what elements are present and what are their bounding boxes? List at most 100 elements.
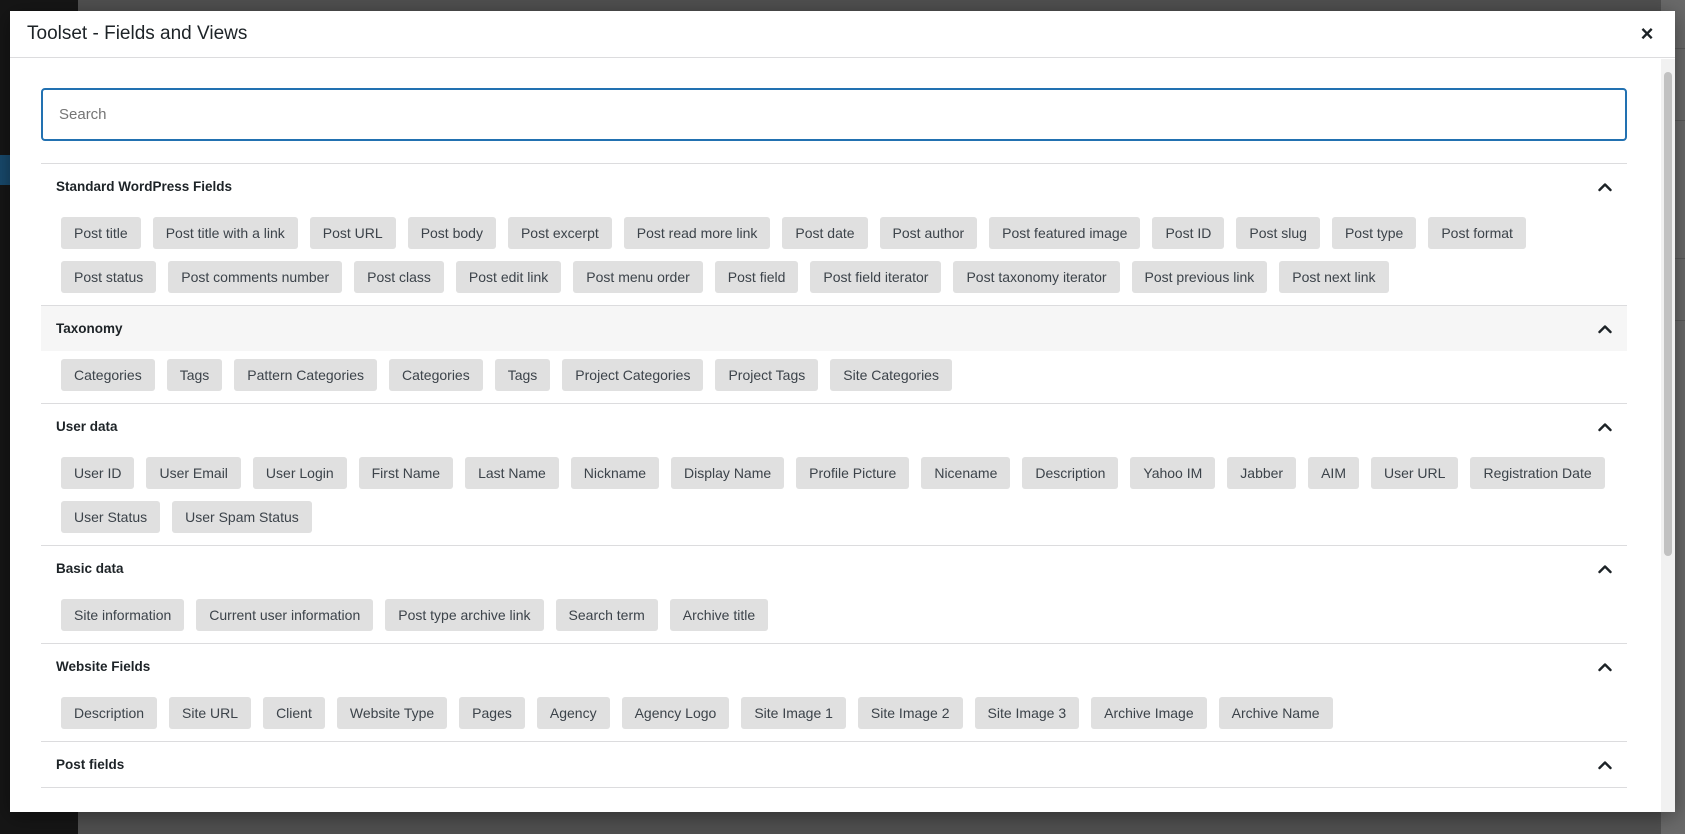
field-chip[interactable]: First Name xyxy=(358,457,454,489)
chevron-up-icon[interactable] xyxy=(1598,562,1612,576)
background-active-menu xyxy=(0,155,10,185)
field-chip[interactable]: User Login xyxy=(252,457,347,489)
field-chip[interactable]: Site Image 1 xyxy=(741,697,846,729)
field-chip[interactable]: Post status xyxy=(61,261,157,293)
chevron-up-icon[interactable] xyxy=(1598,660,1612,674)
section-taxonomy: Taxonomy Categories Tags Pattern Categorie… xyxy=(41,306,1627,404)
section-header[interactable]: User data xyxy=(41,404,1627,449)
field-chip[interactable]: Post format xyxy=(1428,217,1526,249)
field-chip[interactable]: Last Name xyxy=(465,457,559,489)
dialog-title: Toolset - Fields and Views xyxy=(27,23,248,44)
field-chip[interactable]: Description xyxy=(61,697,158,729)
field-chip[interactable]: Site Image 2 xyxy=(857,697,963,729)
field-chip[interactable]: Jabber xyxy=(1227,457,1297,489)
dialog-scrollbar[interactable] xyxy=(1661,59,1675,812)
field-chip[interactable]: Post edit link xyxy=(455,261,562,293)
section-field-list: Categories Tags Pattern Categories Categori… xyxy=(41,351,1627,403)
field-chip[interactable]: Site Image 3 xyxy=(974,697,1080,729)
chevron-up-icon[interactable] xyxy=(1598,758,1612,772)
field-chip[interactable]: Post taxonomy iterator xyxy=(953,261,1120,293)
field-chip[interactable]: Search term xyxy=(555,599,658,631)
chevron-up-icon[interactable] xyxy=(1598,420,1612,434)
field-chip[interactable]: User Status xyxy=(61,501,161,533)
section-user-data: User data User ID User Email User Login Fir… xyxy=(41,404,1627,546)
field-chip[interactable]: Post body xyxy=(407,217,496,249)
field-chip[interactable]: Project Tags xyxy=(715,359,819,391)
field-chip[interactable]: Post ID xyxy=(1152,217,1225,249)
field-chip[interactable]: Post comments number xyxy=(168,261,343,293)
field-chip[interactable]: Agency Logo xyxy=(621,697,730,729)
field-chip[interactable]: Current user information xyxy=(196,599,374,631)
section-header[interactable]: Taxonomy xyxy=(41,306,1627,351)
field-chip[interactable]: Post type archive link xyxy=(385,599,544,631)
field-sections: Standard WordPress Fields Post title Post… xyxy=(41,163,1627,788)
field-chip[interactable]: AIM xyxy=(1308,457,1359,489)
field-chip[interactable]: Categories xyxy=(389,359,483,391)
section-title: Website Fields xyxy=(56,659,151,674)
field-chip[interactable]: Post URL xyxy=(309,217,396,249)
field-chip[interactable]: Post class xyxy=(354,261,444,293)
field-chip[interactable]: Client xyxy=(263,697,325,729)
dialog-body: Standard WordPress Fields Post title Post… xyxy=(10,59,1675,812)
field-chip[interactable]: Archive title xyxy=(669,599,769,631)
field-chip[interactable]: Tags xyxy=(494,359,551,391)
dialog-header: Toolset - Fields and Views × xyxy=(10,11,1675,58)
field-chip[interactable]: Post slug xyxy=(1236,217,1320,249)
field-chip[interactable]: Post title with a link xyxy=(152,217,298,249)
section-title: Taxonomy xyxy=(56,321,123,336)
field-chip[interactable]: Pages xyxy=(459,697,525,729)
section-header[interactable]: Website Fields xyxy=(41,644,1627,689)
scrollbar-thumb[interactable] xyxy=(1664,72,1672,556)
field-chip[interactable]: Project Categories xyxy=(562,359,704,391)
field-chip[interactable]: Post next link xyxy=(1279,261,1389,293)
field-chip[interactable]: Tags xyxy=(166,359,223,391)
chevron-up-icon[interactable] xyxy=(1598,322,1612,336)
field-chip[interactable]: Website Type xyxy=(336,697,448,729)
section-title: Basic data xyxy=(56,561,124,576)
field-chip[interactable]: Post excerpt xyxy=(507,217,612,249)
field-chip[interactable]: Profile Picture xyxy=(796,457,910,489)
section-title: User data xyxy=(56,419,118,434)
section-website-fields: Website Fields Description Site URL Client… xyxy=(41,644,1627,742)
field-chip[interactable]: Post previous link xyxy=(1131,261,1268,293)
chevron-up-icon[interactable] xyxy=(1598,180,1612,194)
field-chip[interactable]: User Spam Status xyxy=(172,501,312,533)
field-chip[interactable]: Pattern Categories xyxy=(234,359,378,391)
section-field-list: User ID User Email User Login First Name Las… xyxy=(41,449,1627,545)
field-chip[interactable]: Archive Image xyxy=(1091,697,1207,729)
field-chip[interactable]: Site Categories xyxy=(830,359,952,391)
field-chip[interactable]: Nicename xyxy=(921,457,1011,489)
close-button[interactable]: × xyxy=(1635,21,1659,46)
field-chip[interactable]: Post menu order xyxy=(573,261,703,293)
field-chip[interactable]: Post type xyxy=(1331,217,1417,249)
field-chip[interactable]: Yahoo IM xyxy=(1130,457,1216,489)
field-chip[interactable]: Post featured image xyxy=(989,217,1141,249)
field-chip[interactable]: Description xyxy=(1022,457,1119,489)
field-chip[interactable]: Post date xyxy=(782,217,868,249)
fields-and-views-dialog: Toolset - Fields and Views × Standard Wo… xyxy=(10,11,1675,812)
field-chip[interactable]: Site information xyxy=(61,599,185,631)
section-field-list: Site information Current user information… xyxy=(41,591,1627,643)
search-input[interactable] xyxy=(41,88,1627,141)
field-chip[interactable]: Display Name xyxy=(671,457,785,489)
field-chip[interactable]: Registration Date xyxy=(1470,457,1605,489)
field-chip[interactable]: Agency xyxy=(536,697,610,729)
field-chip[interactable]: Nickname xyxy=(570,457,660,489)
section-header[interactable]: Post fields xyxy=(41,742,1627,787)
field-chip[interactable]: Categories xyxy=(61,359,155,391)
field-chip[interactable]: Post author xyxy=(879,217,978,249)
field-chip[interactable]: User ID xyxy=(61,457,135,489)
field-chip[interactable]: Post title xyxy=(61,217,141,249)
field-chip[interactable]: Post read more link xyxy=(623,217,771,249)
field-chip[interactable]: Site URL xyxy=(169,697,252,729)
field-chip[interactable]: Archive Name xyxy=(1218,697,1333,729)
field-chip[interactable]: User Email xyxy=(146,457,241,489)
field-chip[interactable]: User URL xyxy=(1370,457,1459,489)
section-title: Standard WordPress Fields xyxy=(56,179,233,194)
close-icon: × xyxy=(1640,21,1654,46)
section-header[interactable]: Standard WordPress Fields xyxy=(41,164,1627,209)
section-field-list: Description Site URL Client Website Type Pag… xyxy=(41,689,1627,741)
section-header[interactable]: Basic data xyxy=(41,546,1627,591)
field-chip[interactable]: Post field xyxy=(714,261,799,293)
field-chip[interactable]: Post field iterator xyxy=(810,261,942,293)
